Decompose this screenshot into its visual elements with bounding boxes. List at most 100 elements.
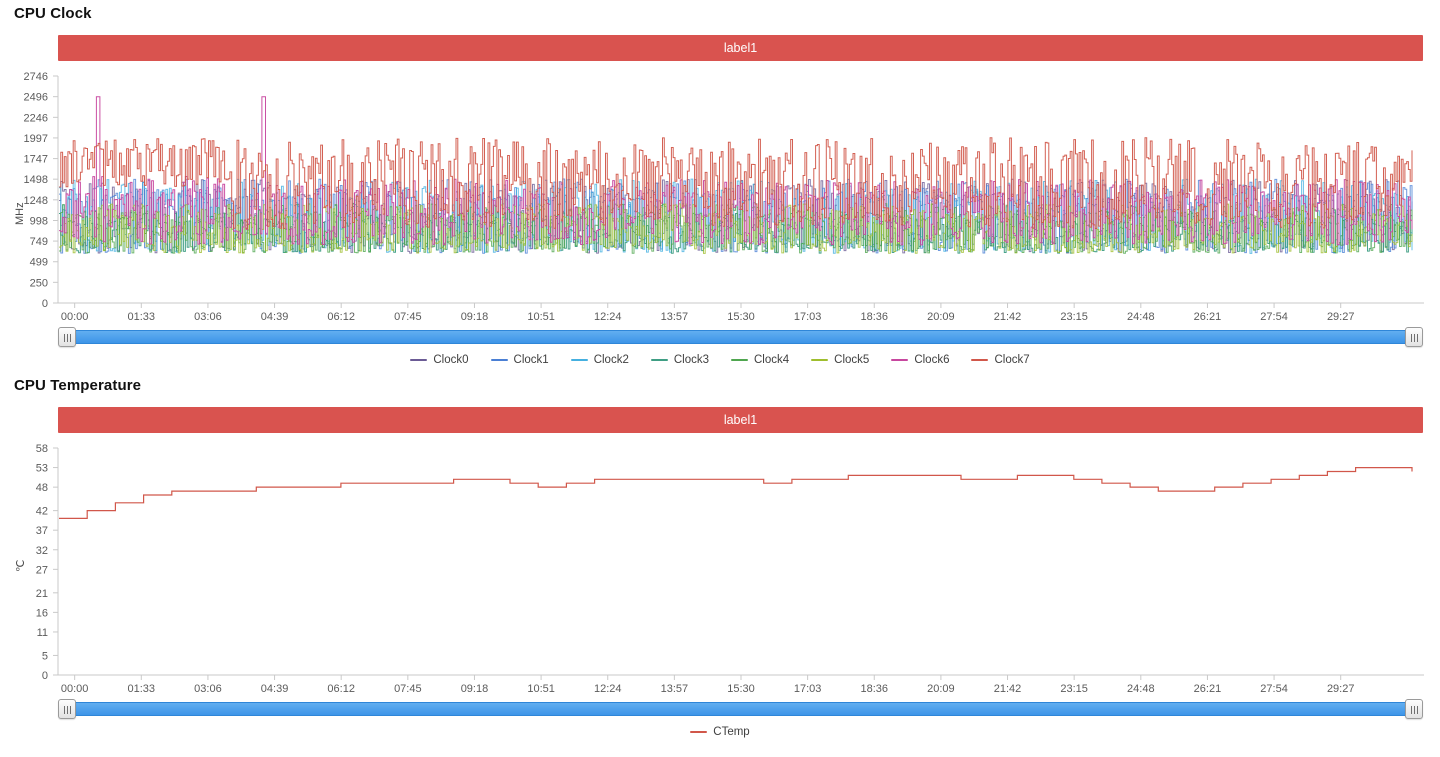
legend-swatch-icon: [731, 359, 748, 361]
legend-label: CTemp: [713, 726, 749, 738]
y-tick-label: 53: [36, 463, 48, 475]
grip-icon: [1411, 334, 1419, 342]
x-tick-label: 26:21: [1194, 311, 1222, 320]
legend-label: Clock3: [674, 354, 709, 366]
y-tick-label: 21: [36, 588, 48, 600]
cpu-temperature-x-ticks: 00:0001:3303:0604:3906:1207:4509:1810:51…: [61, 675, 1355, 692]
y-tick-label: 499: [30, 257, 48, 269]
grip-icon: [64, 706, 72, 714]
y-tick-label: 2246: [24, 112, 48, 124]
y-tick-label: 58: [36, 443, 48, 455]
legend-item-clock7[interactable]: Clock7: [971, 354, 1029, 366]
x-tick-label: 23:15: [1060, 311, 1088, 320]
x-tick-label: 13:57: [661, 683, 689, 692]
y-tick-label: 749: [30, 236, 48, 248]
cpu-temperature-panel: CPU Temperature label1 ℃ 051116212732374…: [0, 372, 1440, 757]
x-tick-label: 17:03: [794, 311, 822, 320]
y-tick-label: 16: [36, 607, 48, 619]
legend-swatch-icon: [571, 359, 588, 361]
x-tick-label: 01:33: [128, 683, 156, 692]
x-tick-label: 17:03: [794, 683, 822, 692]
y-tick-label: 998: [30, 215, 48, 227]
cpu-clock-x-ticks: 00:0001:3303:0604:3906:1207:4509:1810:51…: [61, 303, 1355, 320]
cpu-temperature-title: CPU Temperature: [14, 377, 141, 394]
legend-swatch-icon: [651, 359, 668, 361]
legend-label: Clock2: [594, 354, 629, 366]
y-tick-label: 32: [36, 545, 48, 557]
legend-label: Clock6: [914, 354, 949, 366]
y-tick-label: 27: [36, 564, 48, 576]
legend-item-ctemp[interactable]: CTemp: [690, 726, 749, 738]
y-tick-label: 42: [36, 506, 48, 518]
legend-item-clock3[interactable]: Clock3: [651, 354, 709, 366]
cpu-temperature-range-start-handle[interactable]: [58, 699, 76, 719]
legend-item-clock6[interactable]: Clock6: [891, 354, 949, 366]
x-tick-label: 13:57: [661, 311, 689, 320]
dashboard-page: CPU Clock label1 MHz 0250499749998124814…: [0, 0, 1440, 757]
x-tick-label: 03:06: [194, 683, 222, 692]
x-tick-label: 21:42: [994, 683, 1022, 692]
x-tick-label: 09:18: [461, 311, 489, 320]
cpu-temperature-y-ticks: 0511162127323742485358: [36, 443, 58, 682]
legend-item-clock0[interactable]: Clock0: [410, 354, 468, 366]
legend-item-clock4[interactable]: Clock4: [731, 354, 789, 366]
legend-item-clock2[interactable]: Clock2: [571, 354, 629, 366]
cpu-clock-range-end-handle[interactable]: [1405, 327, 1423, 347]
x-tick-label: 18:36: [861, 311, 889, 320]
x-tick-label: 00:00: [61, 683, 89, 692]
cpu-clock-title: CPU Clock: [14, 5, 92, 22]
y-tick-label: 2496: [24, 92, 48, 104]
y-tick-label: 48: [36, 482, 48, 494]
cpu-clock-legend: Clock0 Clock1 Clock2 Clock3 Clock4 Clock5 Cloc…: [0, 352, 1440, 368]
legend-item-clock1[interactable]: Clock1: [491, 354, 549, 366]
x-tick-label: 15:30: [727, 311, 755, 320]
cpu-clock-y-ticks: 0250499749998124814981747199722462496274…: [24, 71, 58, 310]
x-tick-label: 27:54: [1260, 311, 1288, 320]
cpu-temperature-svg: 0511162127323742485358 00:0001:3303:0604…: [0, 440, 1440, 692]
legend-swatch-icon: [491, 359, 508, 361]
cpu-clock-svg: 0250499749998124814981747199722462496274…: [0, 68, 1440, 320]
legend-label: Clock5: [834, 354, 869, 366]
cpu-clock-plot: 0250499749998124814981747199722462496274…: [0, 68, 1440, 320]
y-tick-label: 37: [36, 525, 48, 537]
x-tick-label: 12:24: [594, 683, 622, 692]
y-tick-label: 2746: [24, 71, 48, 83]
cpu-temperature-plot: 0511162127323742485358 00:0001:3303:0604…: [0, 440, 1440, 692]
y-tick-label: 1997: [24, 133, 48, 145]
cpu-temperature-legend: CTemp: [0, 724, 1440, 740]
cpu-clock-banner: label1: [58, 35, 1423, 61]
cpu-clock-banner-label: label1: [724, 41, 757, 55]
legend-label: Clock7: [994, 354, 1029, 366]
x-tick-label: 06:12: [327, 683, 355, 692]
cpu-clock-range-slider[interactable]: [0, 327, 1440, 347]
legend-swatch-icon: [811, 359, 828, 361]
y-tick-label: 5: [42, 650, 48, 662]
x-tick-label: 01:33: [128, 311, 156, 320]
x-tick-label: 24:48: [1127, 311, 1155, 320]
grip-icon: [64, 334, 72, 342]
cpu-temperature-range-end-handle[interactable]: [1405, 699, 1423, 719]
legend-label: Clock0: [433, 354, 468, 366]
x-tick-label: 29:27: [1327, 311, 1355, 320]
legend-swatch-icon: [891, 359, 908, 361]
cpu-clock-range-start-handle[interactable]: [58, 327, 76, 347]
legend-swatch-icon: [410, 359, 427, 361]
legend-label: Clock4: [754, 354, 789, 366]
x-tick-label: 10:51: [527, 683, 555, 692]
x-tick-label: 26:21: [1194, 683, 1222, 692]
cpu-clock-series-group: [59, 97, 1412, 254]
x-tick-label: 03:06: [194, 311, 222, 320]
x-tick-label: 20:09: [927, 311, 955, 320]
cpu-temperature-banner-label: label1: [724, 413, 757, 427]
x-tick-label: 06:12: [327, 311, 355, 320]
x-tick-label: 27:54: [1260, 683, 1288, 692]
y-tick-label: 1248: [24, 195, 48, 207]
x-tick-label: 07:45: [394, 311, 422, 320]
cpu-temperature-range-slider[interactable]: [0, 699, 1440, 719]
cpu-clock-range-track[interactable]: [58, 330, 1423, 344]
cpu-temperature-range-track[interactable]: [58, 702, 1423, 716]
legend-item-clock5[interactable]: Clock5: [811, 354, 869, 366]
legend-swatch-icon: [971, 359, 988, 361]
cpu-temperature-banner: label1: [58, 407, 1423, 433]
x-tick-label: 10:51: [527, 311, 555, 320]
